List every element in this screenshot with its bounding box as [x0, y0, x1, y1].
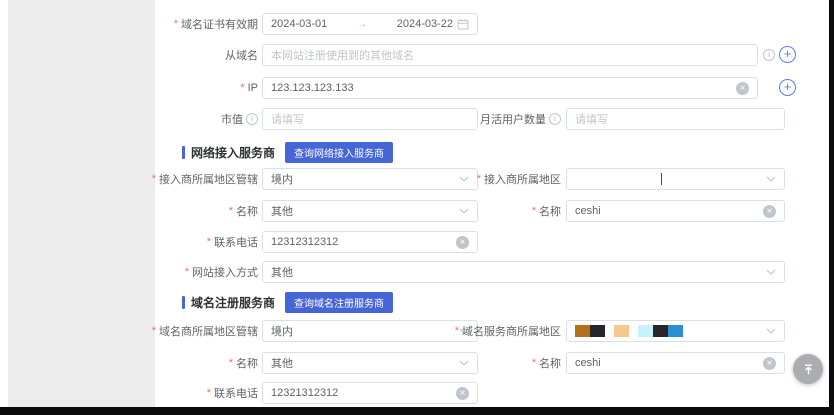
access-phone-value: 12312312312 — [271, 236, 452, 248]
required-marker: * — [229, 205, 233, 217]
cert-validity-date-range[interactable]: 2024-03-01 → 2024-03-22 — [262, 13, 478, 35]
monthly-users-placeholder: 请填写 — [575, 111, 776, 127]
access-name-input[interactable]: ceshi × — [566, 200, 785, 222]
query-registrar-button[interactable]: 查询域名注册服务商 — [285, 292, 393, 313]
registrar-region-select[interactable] — [566, 320, 785, 342]
access-region-select[interactable] — [566, 168, 785, 190]
access-name-type-label: * 名称 — [98, 200, 258, 222]
end-date-value: 2024-03-22 — [397, 18, 453, 30]
registrar-region-label: * 域名服务商所属地区 — [401, 320, 561, 342]
chevron-down-icon — [766, 176, 776, 182]
registrar-region-scope-label: * 域名商所属地区管辖 — [98, 320, 258, 342]
clear-icon[interactable]: × — [736, 82, 749, 95]
market-value-label: 市值 i — [98, 108, 258, 130]
query-network-provider-button[interactable]: 查询网络接入服务商 — [285, 142, 393, 163]
required-marker: * — [532, 205, 536, 217]
access-region-scope-label: * 接入商所属地区管辖 — [98, 168, 258, 190]
chevron-down-icon — [766, 269, 776, 275]
start-date-value: 2024-03-01 — [271, 18, 327, 30]
clear-icon[interactable]: × — [763, 357, 776, 370]
clear-icon[interactable]: × — [763, 205, 776, 218]
required-marker: * — [455, 325, 459, 337]
required-marker: * — [152, 173, 156, 185]
from-domain-info-icon: i — [763, 49, 775, 61]
monthly-users-label: 月活用户数量 i — [401, 108, 561, 130]
form-page: * 域名证书有效期 2024-03-01 → 2024-03-22 从域名 本网… — [0, 0, 829, 407]
monthly-users-input[interactable]: 请填写 — [566, 108, 785, 130]
ip-label: * IP — [98, 77, 258, 99]
ip-value: 123.123.123.133 — [271, 82, 732, 94]
arrow-up-to-top-icon — [802, 363, 815, 376]
cert-validity-label: * 域名证书有效期 — [98, 13, 258, 35]
from-domain-input[interactable]: 本网站注册使用到的其他域名 — [262, 44, 758, 66]
access-phone-label: * 联系电话 — [98, 231, 258, 253]
from-domain-placeholder: 本网站注册使用到的其他域名 — [271, 47, 749, 63]
required-marker: * — [477, 173, 481, 185]
text-caret — [661, 173, 662, 185]
required-marker: * — [152, 325, 156, 337]
section-bar — [182, 146, 185, 159]
access-method-value: 其他 — [271, 264, 762, 280]
registrar-phone-label: * 联系电话 — [98, 382, 258, 404]
date-range-arrow-icon: → — [357, 19, 367, 30]
registrar-phone-input[interactable]: 12321312312 × — [262, 382, 478, 404]
market-value-info-icon: i — [246, 113, 258, 125]
section-bar — [182, 296, 185, 309]
ip-input[interactable]: 123.123.123.133 × — [262, 77, 758, 99]
back-to-top-button[interactable] — [793, 354, 823, 384]
access-method-label: * 网站接入方式 — [98, 261, 258, 283]
registrar-section: 域名注册服务商 查询域名注册服务商 — [182, 293, 393, 311]
registrar-region-blocks — [575, 325, 762, 337]
required-marker: * — [207, 387, 211, 399]
clear-icon[interactable]: × — [456, 387, 469, 400]
registrar-phone-value: 12321312312 — [271, 387, 452, 399]
required-marker: * — [185, 266, 189, 278]
add-domain-button[interactable]: + — [779, 46, 796, 63]
access-method-select[interactable]: 其他 — [262, 261, 785, 283]
access-name-label: * 名称 — [401, 200, 561, 222]
required-marker: * — [174, 18, 178, 30]
network-provider-section: 网络接入服务商 查询网络接入服务商 — [182, 143, 393, 161]
registrar-section-title: 域名注册服务商 — [191, 294, 275, 311]
chevron-down-icon — [766, 328, 776, 334]
access-name-value: ceshi — [575, 205, 759, 217]
registrar-name-input[interactable]: ceshi × — [566, 352, 785, 374]
add-ip-button[interactable]: + — [779, 79, 796, 96]
required-marker: * — [532, 357, 536, 369]
monthly-users-info-icon: i — [549, 113, 561, 125]
registrar-name-label: * 名称 — [401, 352, 561, 374]
required-marker: * — [229, 357, 233, 369]
access-region-label: * 接入商所属地区 — [401, 168, 561, 190]
clear-icon[interactable]: × — [456, 236, 469, 249]
network-provider-section-title: 网络接入服务商 — [191, 144, 275, 161]
registrar-name-value: ceshi — [575, 357, 759, 369]
access-phone-input[interactable]: 12312312312 × — [262, 231, 478, 253]
calendar-icon[interactable] — [457, 18, 469, 30]
from-domain-label: 从域名 — [98, 44, 258, 66]
registrar-name-type-label: * 名称 — [98, 352, 258, 374]
required-marker: * — [240, 82, 244, 94]
required-marker: * — [207, 236, 211, 248]
